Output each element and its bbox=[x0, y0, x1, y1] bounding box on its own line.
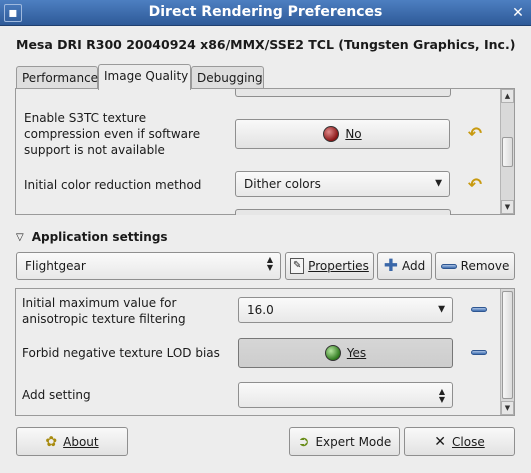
s3tc-label-line: Enable S3TC texture bbox=[24, 111, 147, 125]
remove-setting-icon[interactable] bbox=[471, 307, 487, 312]
tab-debugging[interactable]: Debugging bbox=[191, 66, 264, 90]
application-settings-list: Initial maximum value for anisotropic te… bbox=[15, 288, 515, 416]
tab-label: Performance bbox=[22, 71, 99, 85]
on-state-icon bbox=[324, 345, 341, 361]
settings-scrollbar[interactable]: ▼ bbox=[500, 289, 514, 415]
s3tc-toggle-button[interactable]: No bbox=[235, 119, 450, 149]
window-titlebar[interactable]: ▪ Direct Rendering Preferences ✕ bbox=[0, 0, 531, 26]
close-button-label: Close bbox=[452, 434, 485, 449]
remove-setting-icon[interactable] bbox=[471, 350, 487, 355]
image-quality-panel: Enable S3TC texture compression even if … bbox=[15, 88, 515, 215]
lod-bias-label: Forbid negative texture LOD bias bbox=[22, 346, 220, 360]
window-title: Direct Rendering Preferences bbox=[148, 4, 383, 20]
application-settings-label: Application settings bbox=[31, 230, 168, 244]
tab-label: Debugging bbox=[197, 71, 263, 85]
tab-label: Image Quality bbox=[104, 69, 189, 83]
add-button-label: Add bbox=[402, 259, 426, 273]
panel-scrollbar[interactable]: ▲ ▼ bbox=[500, 89, 514, 214]
minus-icon bbox=[471, 350, 487, 355]
add-button[interactable]: ✚ Add bbox=[377, 252, 432, 280]
properties-button[interactable]: ✎ Properties bbox=[285, 252, 374, 280]
application-combo-value: Flightgear bbox=[25, 259, 86, 273]
lod-bias-value-label: Yes bbox=[346, 346, 367, 360]
scrollbar-thumb[interactable] bbox=[502, 137, 513, 167]
aniso-label: Initial maximum value for anisotropic te… bbox=[22, 295, 186, 327]
about-icon: ✿ bbox=[45, 433, 58, 450]
expert-mode-button[interactable]: ➲ Expert Mode bbox=[289, 427, 400, 456]
aniso-label-line: anisotropic texture filtering bbox=[22, 312, 186, 326]
application-combo[interactable]: Flightgear ▲ ▼ bbox=[16, 252, 281, 280]
about-button[interactable]: ✿ About bbox=[16, 427, 128, 456]
s3tc-value-label: No bbox=[345, 127, 362, 141]
spin-arrows-icon: ▲ ▼ bbox=[438, 387, 445, 404]
remove-button[interactable]: Remove bbox=[435, 252, 515, 280]
off-state-icon bbox=[323, 126, 340, 142]
minus-icon bbox=[471, 307, 487, 312]
aniso-label-line: Initial maximum value for bbox=[22, 296, 177, 310]
chevron-down-icon: ▼ bbox=[438, 304, 445, 315]
plus-icon: ✚ bbox=[383, 256, 398, 276]
scroll-up-icon[interactable]: ▲ bbox=[501, 89, 514, 103]
partial-widget-top bbox=[235, 89, 451, 97]
color-reduction-label: Initial color reduction method bbox=[24, 178, 202, 192]
spin-arrows-icon: ▲ ▼ bbox=[266, 255, 273, 272]
scroll-down-icon[interactable]: ▼ bbox=[501, 200, 514, 214]
about-button-label: About bbox=[63, 434, 99, 449]
s3tc-label: Enable S3TC texture compression even if … bbox=[24, 110, 224, 158]
s3tc-label-line: support is not available bbox=[24, 143, 165, 157]
s3tc-label-line: compression even if software bbox=[24, 127, 201, 141]
expander-arrow-icon: ▽ bbox=[16, 231, 24, 243]
close-button[interactable]: ✕ Close bbox=[404, 427, 515, 456]
lod-bias-toggle-button[interactable]: Yes bbox=[238, 338, 453, 368]
expert-mode-button-label: Expert Mode bbox=[315, 434, 392, 449]
color-reduction-combo[interactable]: Dither colors ▼ bbox=[235, 171, 450, 197]
properties-icon: ✎ bbox=[290, 258, 305, 274]
add-setting-label: Add setting bbox=[22, 388, 91, 402]
undo-icon[interactable]: ↶ bbox=[464, 174, 486, 196]
driver-heading: Mesa DRI R300 20040924 x86/MMX/SSE2 TCL … bbox=[16, 37, 516, 52]
remove-button-label: Remove bbox=[460, 259, 510, 273]
undo-icon[interactable]: ↶ bbox=[464, 123, 486, 145]
expert-mode-icon: ➲ bbox=[297, 433, 310, 450]
partial-widget-bottom bbox=[235, 209, 451, 215]
color-reduction-value: Dither colors bbox=[244, 177, 321, 191]
application-settings-expander[interactable]: ▽ Application settings bbox=[16, 230, 168, 244]
scrollbar-thumb[interactable] bbox=[502, 291, 513, 399]
tab-image-quality[interactable]: Image Quality bbox=[98, 64, 191, 90]
chevron-down-icon: ▼ bbox=[435, 178, 442, 189]
aniso-combo[interactable]: 16.0 ▼ bbox=[238, 297, 453, 323]
properties-button-label: Properties bbox=[308, 259, 369, 273]
tab-performance[interactable]: Performance bbox=[16, 66, 98, 90]
close-icon: ✕ bbox=[434, 433, 447, 450]
scroll-down-icon[interactable]: ▼ bbox=[501, 401, 514, 415]
add-setting-combo[interactable]: ▲ ▼ bbox=[238, 382, 453, 408]
aniso-value: 16.0 bbox=[247, 303, 274, 317]
close-window-icon[interactable]: ✕ bbox=[509, 4, 527, 22]
minus-icon bbox=[440, 263, 457, 269]
